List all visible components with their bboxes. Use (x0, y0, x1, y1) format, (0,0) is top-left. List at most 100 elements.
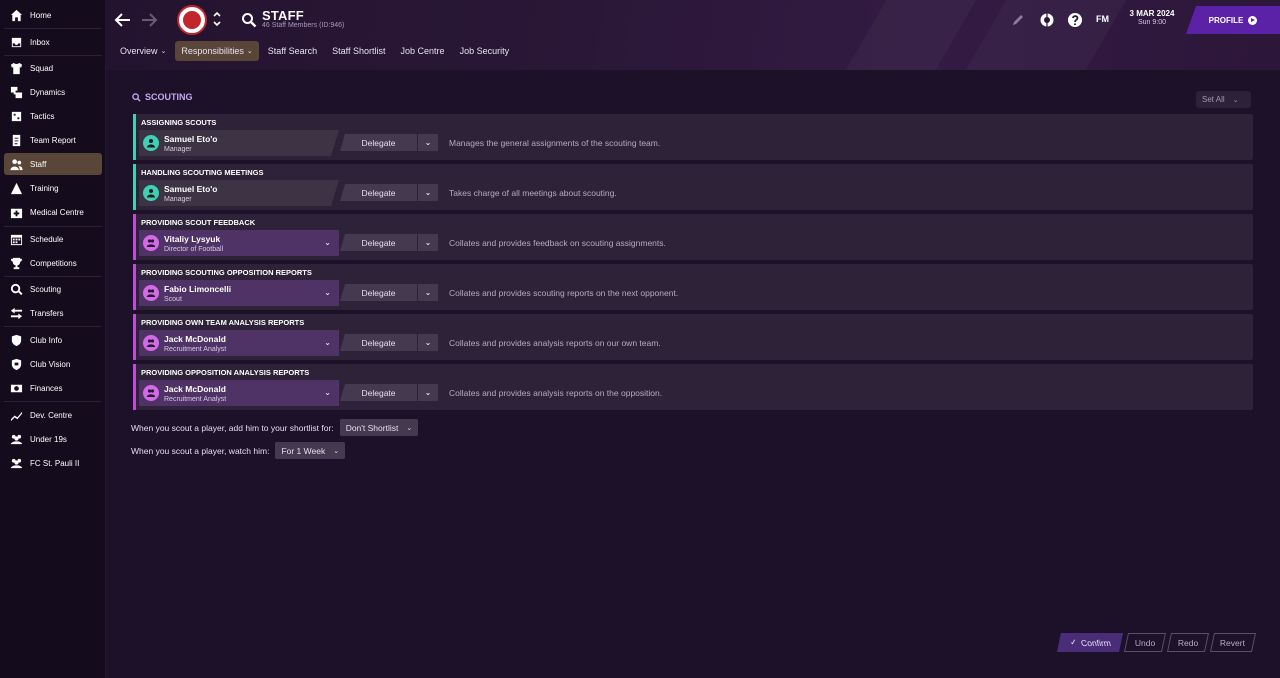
tab-responsibilities[interactable]: Responsibilities ⌄ (175, 41, 259, 61)
search-icon[interactable] (241, 12, 257, 28)
sidebar-item-home[interactable]: Home (4, 4, 102, 26)
sidebar-item-training[interactable]: Training (4, 177, 102, 199)
inbox-icon (9, 35, 23, 49)
sidebar-item-competitions[interactable]: Competitions (4, 252, 102, 274)
watch-value: For 1 Week (281, 445, 326, 456)
staff-selector[interactable]: Vitaliy Lysyuk Director of Football ⌄ (139, 230, 339, 256)
watch-dropdown[interactable]: For 1 Week ⌄ (275, 442, 346, 459)
divider (4, 326, 102, 327)
responsibility-row: PROVIDING SCOUTING OPPOSITION REPORTS Fa… (133, 264, 1253, 310)
responsibility-description: Manages the general assignments of the s… (449, 138, 661, 148)
shield-icon (9, 333, 23, 347)
forward-arrow-icon[interactable] (140, 12, 158, 28)
tab-staff-shortlist[interactable]: Staff Shortlist (326, 41, 391, 61)
revert-button[interactable]: Revert (1209, 633, 1257, 652)
chevron-down-icon: ⌄ (160, 48, 167, 55)
delegate-dropdown[interactable]: Delegate ⌄ (340, 334, 438, 351)
responsibility-title: ASSIGNING SCOUTS (141, 118, 217, 127)
set-all-label: Set All (1202, 95, 1225, 104)
sidebar-item-transfers[interactable]: Transfers (4, 302, 102, 324)
sidebar-item-label: Club Info (30, 335, 63, 345)
delegate-dropdown[interactable]: Delegate ⌄ (340, 234, 438, 251)
fm-button[interactable]: FM (1096, 14, 1109, 24)
vision-icon (9, 357, 23, 371)
sidebar-item-inbox[interactable]: Inbox (4, 31, 102, 53)
staff-selector[interactable]: Jack McDonald Recruitment Analyst ⌄ (139, 380, 339, 406)
sidebar-item-label: Competitions (30, 258, 77, 268)
shirt-icon (9, 61, 23, 75)
sidebar-item-staff[interactable]: Staff (4, 153, 102, 175)
responsibility-row: ASSIGNING SCOUTS Samuel Eto'o Manager Del… (133, 114, 1253, 160)
tactics-board-icon[interactable] (1039, 12, 1055, 28)
row-accent (133, 214, 136, 260)
staff-name: Jack McDonald (164, 333, 226, 344)
sidebar-item-club-info[interactable]: Club Info (4, 329, 102, 351)
medical-icon (9, 205, 23, 219)
club-badge[interactable] (177, 5, 207, 35)
sidebar-item-squad[interactable]: Squad (4, 57, 102, 79)
sidebar: Home Inbox Squad Dynamics Tactics Team R… (0, 0, 106, 678)
shortlist-dropdown[interactable]: Don't Shortlist ⌄ (339, 419, 419, 436)
staff-role: Recruitment Analyst (164, 345, 227, 353)
sidebar-item-finances[interactable]: Finances (4, 377, 102, 399)
tab-overview[interactable]: Overview ⌄ (114, 41, 172, 61)
delegate-dropdown[interactable]: Delegate ⌄ (340, 284, 438, 301)
dev-icon (9, 408, 23, 422)
sidebar-item-medical-centre[interactable]: Medical Centre (4, 201, 102, 223)
delegate-dropdown[interactable]: Delegate ⌄ (340, 184, 438, 201)
shortlist-option: When you scout a player, add him to your… (131, 419, 419, 436)
section-title: SCOUTING (132, 92, 193, 102)
sidebar-item-label: Club Vision (30, 359, 71, 369)
sidebar-item-label: Scouting (30, 284, 62, 294)
redo-button[interactable]: Redo (1166, 633, 1210, 652)
sidebar-item-label: Home (30, 10, 52, 20)
divider (4, 276, 102, 277)
back-arrow-icon[interactable] (114, 12, 132, 28)
chevron-down-icon: ⌄ (424, 338, 432, 347)
row-accent (133, 264, 136, 310)
undo-button[interactable]: Undo (1123, 633, 1167, 652)
sidebar-item-team-report[interactable]: Team Report (4, 129, 102, 151)
page-title: STAFF (262, 8, 304, 23)
chevron-down-icon: ⌄ (1232, 96, 1239, 104)
profile-button[interactable]: PROFILE (1186, 6, 1280, 34)
date-display[interactable]: 3 MAR 2024 Sun 9:00 (1118, 9, 1186, 26)
tab-job-centre[interactable]: Job Centre (395, 41, 451, 61)
profile-label: PROFILE (1208, 15, 1244, 25)
sidebar-item-schedule[interactable]: Schedule (4, 228, 102, 250)
chevron-down-icon: ⌄ (324, 288, 331, 297)
staff-selector[interactable]: Jack McDonald Recruitment Analyst ⌄ (139, 330, 339, 356)
redo-label: Redo (1177, 637, 1199, 648)
delegate-dropdown[interactable]: Delegate ⌄ (340, 384, 438, 401)
sidebar-item-fc-st-pauli-ii[interactable]: FC St. Pauli II (4, 452, 102, 474)
sidebar-item-dynamics[interactable]: Dynamics (4, 81, 102, 103)
date-text: 3 MAR 2024 (1129, 9, 1175, 18)
row-accent (133, 314, 136, 360)
delegate-dropdown[interactable]: Delegate ⌄ (340, 134, 438, 151)
staff-selector[interactable]: Fabio Limoncelli Scout ⌄ (139, 280, 339, 306)
responsibility-description: Collates and provides analysis reports o… (449, 338, 661, 348)
staff-name: Vitaliy Lysyuk (164, 233, 221, 244)
row-accent (133, 364, 136, 410)
set-all-dropdown[interactable]: Set All ⌄ (1196, 91, 1251, 108)
chevron-down-icon: ⌄ (424, 238, 432, 247)
sidebar-item-tactics[interactable]: Tactics (4, 105, 102, 127)
tab-job-security[interactable]: Job Security (454, 41, 516, 61)
confirm-button[interactable]: ✓ Confirm (1056, 633, 1124, 652)
help-icon[interactable] (1067, 12, 1083, 28)
chevron-updown-icon[interactable] (212, 10, 222, 28)
sidebar-item-label: Dynamics (30, 87, 66, 97)
chevron-down-icon: ⌄ (324, 238, 331, 247)
tab-staff-search[interactable]: Staff Search (262, 41, 323, 61)
sidebar-item-scouting[interactable]: Scouting (4, 278, 102, 300)
pencil-icon[interactable] (1010, 12, 1026, 28)
responsibility-row: HANDLING SCOUTING MEETINGS Samuel Eto'o M… (133, 164, 1253, 210)
sidebar-item-dev-centre[interactable]: Dev. Centre (4, 404, 102, 426)
sidebar-item-label: Training (30, 183, 59, 193)
tab-label: Job Centre (400, 46, 445, 56)
sidebar-item-club-vision[interactable]: Club Vision (4, 353, 102, 375)
sidebar-item-label: Team Report (30, 135, 76, 145)
sidebar-item-under-19s[interactable]: Under 19s (4, 428, 102, 450)
delegate-label: Delegate (361, 237, 396, 248)
trophy-icon (9, 256, 23, 270)
